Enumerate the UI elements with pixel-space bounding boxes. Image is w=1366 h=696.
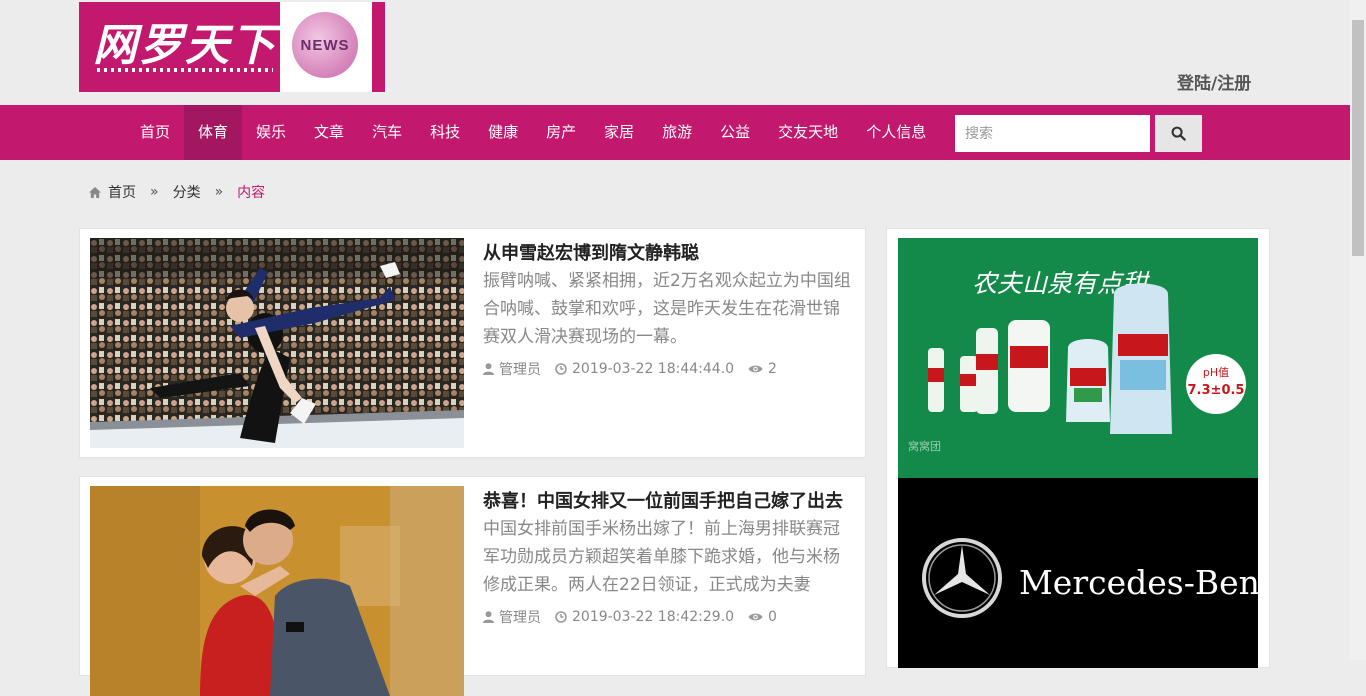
user-icon: [483, 363, 494, 375]
article-author: 管理员: [483, 359, 541, 379]
clock-icon: [555, 611, 567, 623]
view-count: 0: [768, 609, 777, 625]
home-icon: [89, 186, 101, 198]
site-logo[interactable]: 网罗天下 NEWS: [79, 2, 385, 92]
article-summary: 中国女排前国手米杨出嫁了！前上海男排联赛冠军功勋成员方颖超笑着单膝下跪求婚，他与…: [483, 519, 840, 595]
breadcrumb-current: 内容: [237, 185, 266, 201]
breadcrumb: 首页 » 分类 » 内容: [88, 182, 265, 202]
benz-brand: Mercedes-Benz: [1019, 563, 1258, 602]
nav-item-realestate[interactable]: 房产: [532, 105, 590, 160]
publish-date: 2019-03-22 18:44:44.0: [572, 361, 735, 377]
article-views: 0: [748, 609, 777, 625]
clock-icon: [555, 363, 567, 375]
nav-item-sports[interactable]: 体育: [184, 105, 243, 160]
water-ad-image: 农夫山泉有点甜 pH值 7.3±0.5 窝窝团: [898, 238, 1258, 478]
news-badge-icon: NEWS: [292, 12, 358, 78]
ph-label: pH值: [1203, 366, 1229, 379]
logo-badge-text: NEWS: [300, 37, 350, 54]
main-nav-bar: 首页 体育 娱乐 文章 汽车 科技 健康 房产 家居 旅游 公益 交友天地 个人…: [0, 105, 1350, 160]
nav-item-articles[interactable]: 文章: [300, 105, 358, 160]
logo-decoration: [97, 68, 273, 72]
article-date: 2019-03-22 18:44:44.0: [555, 361, 734, 377]
publish-date: 2019-03-22 18:42:29.0: [572, 609, 735, 625]
couple-photo: [90, 486, 464, 696]
eye-icon: [748, 613, 763, 621]
search-icon: [1171, 126, 1186, 141]
article-thumbnail[interactable]: [90, 486, 464, 696]
breadcrumb-home[interactable]: 首页: [108, 182, 136, 202]
ph-value: 7.3±0.5: [1188, 383, 1245, 398]
nav-item-charity[interactable]: 公益: [706, 105, 764, 160]
nav-item-home[interactable]: 首页: [126, 105, 184, 160]
nav-menu: 首页 体育 娱乐 文章 汽车 科技 健康 房产 家居 旅游 公益 交友天地 个人…: [126, 105, 940, 160]
view-count: 2: [768, 361, 777, 377]
sidebar: 农夫山泉有点甜 pH值 7.3±0.5 窝窝团 Mercedes-Benz: [886, 228, 1270, 668]
article-card: 恭喜！中国女排又一位前国手把自己嫁了出去 中国女排前国手米杨出嫁了！前上海男排联…: [79, 476, 866, 696]
nav-item-profile[interactable]: 个人信息: [852, 105, 940, 160]
author-name: 管理员: [499, 362, 541, 378]
author-name: 管理员: [499, 610, 541, 626]
nav-item-entertainment[interactable]: 娱乐: [242, 105, 300, 160]
breadcrumb-category[interactable]: 分类: [173, 182, 201, 202]
login-register-link[interactable]: 登陆/注册: [1177, 69, 1251, 94]
nav-item-travel[interactable]: 旅游: [648, 105, 706, 160]
article-views: 2: [748, 361, 777, 377]
nav-item-home-decor[interactable]: 家居: [590, 105, 648, 160]
article-date: 2019-03-22 18:42:29.0: [555, 609, 734, 625]
ad-nongfu-spring[interactable]: 农夫山泉有点甜 pH值 7.3±0.5 窝窝团: [898, 238, 1258, 478]
user-icon: [483, 611, 494, 623]
search-button[interactable]: [1155, 115, 1202, 152]
nav-item-dating[interactable]: 交友天地: [764, 105, 852, 160]
nav-item-health[interactable]: 健康: [474, 105, 532, 160]
ad-watermark: 窝窝团: [908, 439, 941, 453]
logo-text: 网罗天下: [93, 20, 277, 71]
article-thumbnail[interactable]: [90, 238, 464, 448]
article-meta: 管理员 2019-03-22 18:42:29.0 0: [483, 607, 791, 627]
article-title[interactable]: 从申雪赵宏博到隋文静韩聪: [483, 239, 699, 265]
nav-item-auto[interactable]: 汽车: [358, 105, 416, 160]
figure-skating-photo: [90, 238, 464, 448]
search-input[interactable]: [955, 115, 1150, 152]
breadcrumb-separator: »: [150, 184, 159, 200]
article-summary: 振臂呐喊、紧紧相拥，近2万名观众起立为中国组合呐喊、鼓掌和欢呼，这是昨天发生在花…: [483, 271, 851, 347]
logo-badge: NEWS: [280, 2, 372, 92]
nav-item-tech[interactable]: 科技: [416, 105, 474, 160]
scrollbar-thumb[interactable]: [1352, 20, 1364, 256]
article-card: 从申雪赵宏博到隋文静韩聪 振臂呐喊、紧紧相拥，近2万名观众起立为中国组合呐喊、鼓…: [79, 228, 866, 458]
benz-ad-image: Mercedes-Benz: [898, 478, 1258, 668]
article-author: 管理员: [483, 607, 541, 627]
article-meta: 管理员 2019-03-22 18:44:44.0 2: [483, 359, 791, 379]
breadcrumb-separator: »: [214, 184, 224, 200]
ad-mercedes-benz[interactable]: Mercedes-Benz: [898, 478, 1258, 668]
eye-icon: [748, 365, 763, 373]
article-title[interactable]: 恭喜！中国女排又一位前国手把自己嫁了出去: [483, 487, 843, 513]
page-scrollbar[interactable]: [1350, 0, 1366, 660]
